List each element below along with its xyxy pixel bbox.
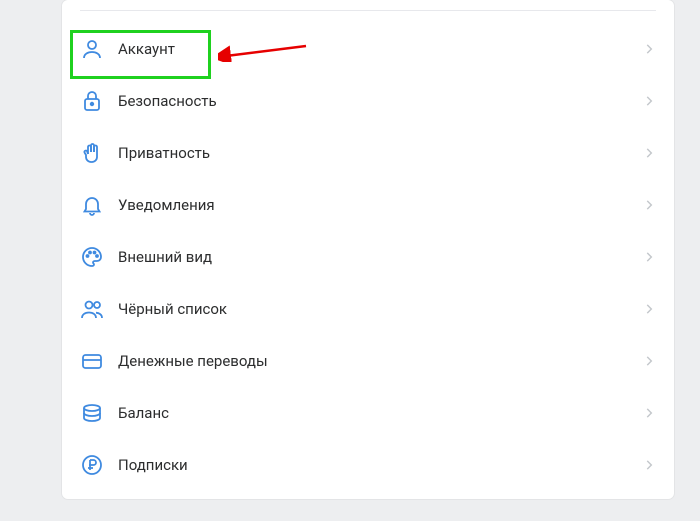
users-icon — [80, 297, 104, 321]
menu-item-label: Баланс — [118, 404, 642, 422]
lock-icon — [80, 89, 104, 113]
menu-item-label: Денежные переводы — [118, 352, 642, 370]
menu-item-balance[interactable]: Баланс — [62, 387, 674, 439]
menu-item-subscriptions[interactable]: Подписки — [62, 439, 674, 491]
ruble-icon — [80, 453, 104, 477]
menu-item-label: Приватность — [118, 144, 642, 162]
menu-item-payments[interactable]: Денежные переводы — [62, 335, 674, 387]
menu-item-account[interactable]: Аккаунт — [62, 23, 674, 75]
chevron-right-icon — [642, 302, 656, 316]
menu-item-label: Уведомления — [118, 196, 642, 214]
chevron-right-icon — [642, 146, 656, 160]
chevron-right-icon — [642, 94, 656, 108]
chevron-right-icon — [642, 198, 656, 212]
menu-item-label: Внешний вид — [118, 248, 642, 266]
bell-icon — [80, 193, 104, 217]
chevron-right-icon — [642, 42, 656, 56]
menu-item-label: Аккаунт — [118, 40, 642, 58]
card-icon — [80, 349, 104, 373]
hand-icon — [80, 141, 104, 165]
menu-item-label: Чёрный список — [118, 300, 642, 318]
menu-item-privacy[interactable]: Приватность — [62, 127, 674, 179]
divider — [80, 10, 656, 11]
person-icon — [80, 37, 104, 61]
settings-menu-panel: Аккаунт Безопасность Приват — [62, 0, 674, 499]
menu-item-appearance[interactable]: Внешний вид — [62, 231, 674, 283]
menu-item-label: Безопасность — [118, 92, 642, 110]
chevron-right-icon — [642, 250, 656, 264]
menu-item-notifications[interactable]: Уведомления — [62, 179, 674, 231]
menu-item-label: Подписки — [118, 456, 642, 474]
coins-icon — [80, 401, 104, 425]
palette-icon — [80, 245, 104, 269]
menu-item-blacklist[interactable]: Чёрный список — [62, 283, 674, 335]
chevron-right-icon — [642, 458, 656, 472]
menu-item-security[interactable]: Безопасность — [62, 75, 674, 127]
chevron-right-icon — [642, 354, 656, 368]
chevron-right-icon — [642, 406, 656, 420]
